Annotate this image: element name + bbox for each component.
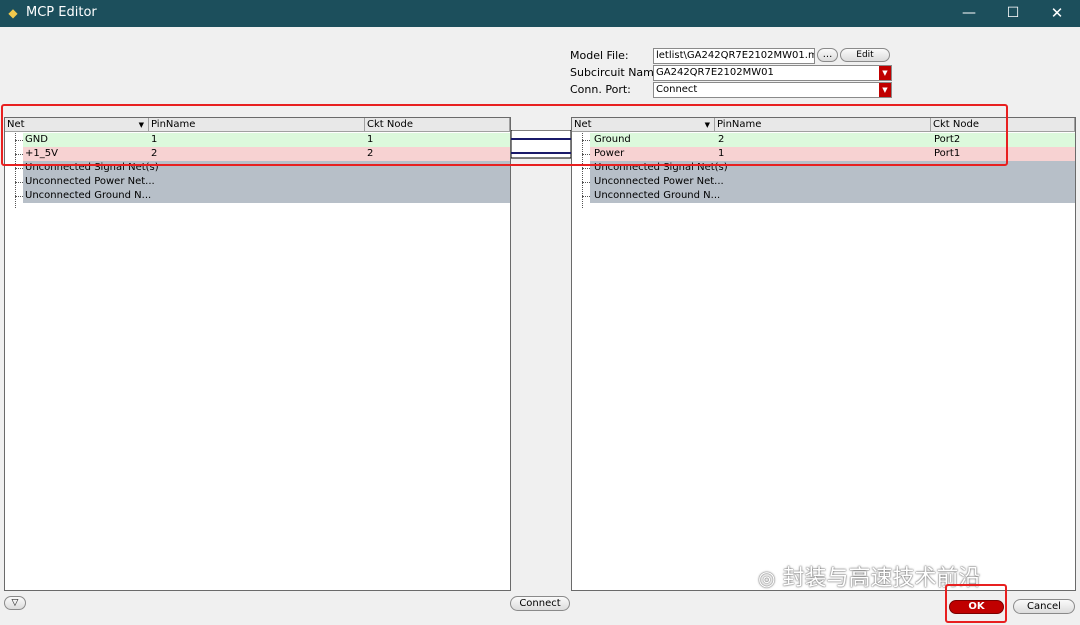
maximize-button[interactable]: ☐ [990, 0, 1036, 27]
ok-highlight-box [945, 584, 1007, 623]
edit-header-button[interactable]: Edit Heade [840, 48, 890, 62]
title-bar: ◆ MCP Editor — ☐ ✕ [0, 0, 1080, 27]
cancel-button[interactable]: Cancel [1013, 599, 1075, 614]
wechat-icon: ◎ [758, 566, 776, 590]
list-item[interactable]: Unconnected Power Net... [15, 175, 510, 189]
conn-port-value: Connect [656, 84, 698, 95]
conn-port-select[interactable]: Connect ▼ [653, 82, 892, 98]
browse-button[interactable]: ... [817, 48, 838, 62]
list-item[interactable]: Unconnected Ground N... [15, 189, 510, 203]
close-button[interactable]: ✕ [1034, 0, 1080, 27]
right-net-table[interactable]: Net ▼ PinName Ckt Node Ground 2 Port2 Po… [571, 117, 1076, 591]
model-file-field[interactable]: letlist\GA242QR7E2102MW01.mod [653, 48, 815, 64]
list-item[interactable]: Unconnected Ground N... [582, 189, 1075, 203]
subcircuit-label: Subcircuit Name: [570, 66, 665, 79]
window-title: MCP Editor [26, 5, 97, 20]
list-item[interactable]: Unconnected Power Net... [582, 175, 1075, 189]
connect-button[interactable]: Connect [510, 596, 570, 611]
app-icon: ◆ [8, 6, 18, 20]
subcircuit-select[interactable]: GA242QR7E2102MW01 ▼ [653, 65, 892, 81]
conn-port-label: Conn. Port: [570, 83, 631, 96]
chevron-down-icon[interactable]: ▼ [879, 83, 891, 97]
minimize-button[interactable]: — [946, 0, 992, 27]
filter-icon: ▽ [11, 598, 19, 608]
chevron-down-icon[interactable]: ▼ [879, 66, 891, 80]
subcircuit-value: GA242QR7E2102MW01 [656, 67, 774, 78]
filter-button[interactable]: ▽ [4, 596, 26, 610]
highlight-box [1, 104, 1008, 166]
model-file-label: Model File: [570, 49, 629, 62]
left-net-table[interactable]: Net ▼ PinName Ckt Node GND 1 1 +1_5V 2 2… [4, 117, 511, 591]
